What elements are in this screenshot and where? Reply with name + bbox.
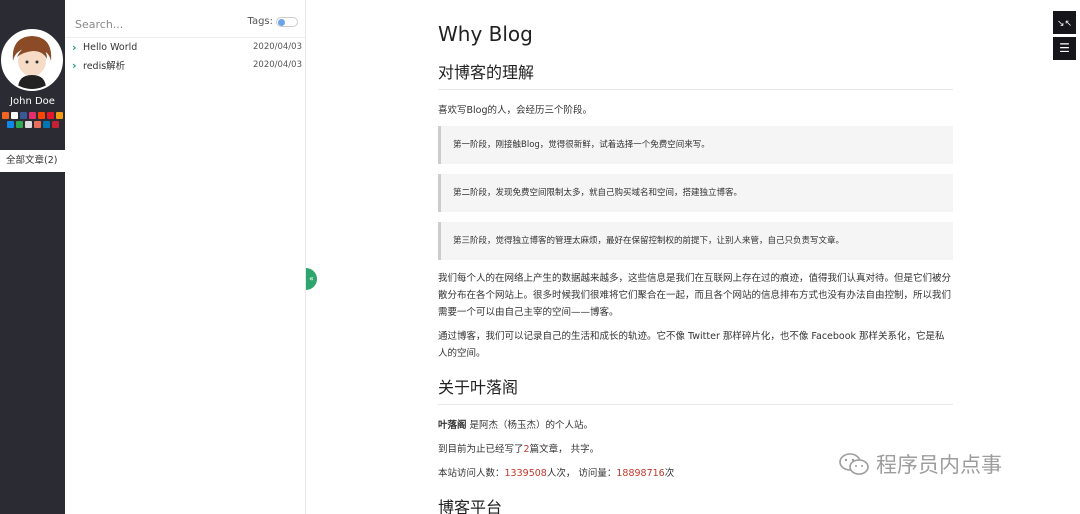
rss2-icon[interactable] — [56, 112, 63, 119]
fullscreen-button[interactable]: ↘↖ — [1053, 11, 1076, 34]
text: 篇文章， 共字。 — [529, 444, 600, 455]
blockquote: 第一阶段，刚接触Blog，觉得很新鲜，试着选择一个免费空间来写。 — [438, 126, 953, 164]
paragraph: 喜欢写Blog的人，会经历三个阶段。 — [438, 105, 592, 116]
text: 本站访问人数： — [438, 468, 505, 479]
toggle-switch[interactable] — [276, 16, 298, 27]
douban-icon[interactable] — [15, 121, 23, 128]
jianshu-icon[interactable] — [33, 121, 41, 128]
text: 次 — [664, 468, 675, 479]
article: Why Blog 对博客的理解 喜欢写Blog的人，会经历三个阶段。 第一阶段，… — [438, 22, 953, 514]
facebook-icon[interactable] — [20, 112, 27, 119]
text: 是阿杰（杨玉杰）的个人站。 — [466, 420, 594, 431]
rss-icon[interactable] — [2, 112, 9, 119]
paragraph: 我们每个人的在网络上产生的数据越来越多，这些信息是我们在互联网上存在过的痕迹，值… — [438, 273, 952, 318]
watermark: 程序员内点事 — [838, 449, 1002, 479]
zhihu-icon[interactable] — [6, 121, 14, 128]
blockquote: 第三阶段，觉得独立博客的管理太麻烦，最好在保留控制权的前提下，让别人来管，自己只… — [438, 222, 953, 260]
paragraph: 通过博客，我们可以记录自己的生活和成长的轨迹。它不像 Twitter 那样碎片化… — [438, 331, 945, 359]
social-icons — [0, 112, 65, 128]
post-date: 2020/04/03 — [253, 60, 302, 70]
chevron-right-icon: › — [72, 40, 77, 54]
csdn-icon[interactable] — [51, 121, 59, 128]
post-title[interactable]: redis解析 — [83, 58, 253, 72]
mail-icon[interactable] — [24, 121, 32, 128]
page-title: Why Blog — [438, 22, 533, 46]
reddit-icon[interactable] — [38, 112, 45, 119]
site-name: 叶落阁 — [438, 420, 467, 431]
paragraph: 叶落阁 是阿杰（杨玉杰）的个人站。 — [438, 417, 953, 434]
blockquote: 第二阶段，发现免费空间限制太多，就自己购买域名和空间，搭建独立博客。 — [438, 174, 953, 212]
tags-label: Tags: — [247, 16, 273, 27]
toc-button[interactable]: ☰ — [1053, 37, 1076, 60]
linkedin-icon[interactable] — [42, 121, 50, 128]
divider — [65, 37, 305, 38]
wechat-icon — [839, 453, 869, 475]
view-count: 18898716 — [616, 468, 665, 479]
avatar[interactable] — [1, 29, 63, 91]
list-icon: ☰ — [1059, 41, 1070, 55]
chevron-left-icon: « — [309, 274, 314, 283]
instagram-icon[interactable] — [29, 112, 36, 119]
expand-icon: ↘↖ — [1056, 19, 1073, 29]
text: 人次， 访问量： — [546, 468, 617, 479]
text: 到目前为止已经写了 — [438, 444, 524, 455]
tags-toggle[interactable]: Tags: — [247, 16, 298, 27]
section-heading: 博客平台 — [438, 494, 953, 514]
search-input[interactable] — [75, 18, 225, 31]
section-heading: 对博客的理解 — [438, 59, 953, 90]
list-item[interactable]: › Hello World 2020/04/03 — [72, 39, 302, 55]
sidebar: John Doe 全部文章(2) — [0, 0, 65, 514]
all-posts-tab[interactable]: 全部文章(2) — [0, 150, 65, 172]
post-title[interactable]: Hello World — [83, 42, 253, 53]
github-icon[interactable] — [11, 112, 18, 119]
collapse-toggle-button[interactable]: « — [306, 268, 317, 290]
post-date: 2020/04/03 — [253, 42, 302, 52]
list-item[interactable]: › redis解析 2020/04/03 — [72, 57, 302, 73]
weibo-icon[interactable] — [47, 112, 54, 119]
avatar-illustration — [3, 31, 61, 89]
chevron-right-icon: › — [72, 58, 77, 72]
watermark-text: 程序员内点事 — [876, 453, 1002, 477]
visitor-count: 1339508 — [504, 468, 547, 479]
author-name[interactable]: John Doe — [0, 96, 65, 107]
section-heading: 关于叶落阁 — [438, 374, 953, 405]
post-list-pane: Tags: › Hello World 2020/04/03 › redis解析… — [65, 0, 306, 514]
page: John Doe 全部文章(2) Tags: › Hello World 202… — [0, 0, 1080, 514]
